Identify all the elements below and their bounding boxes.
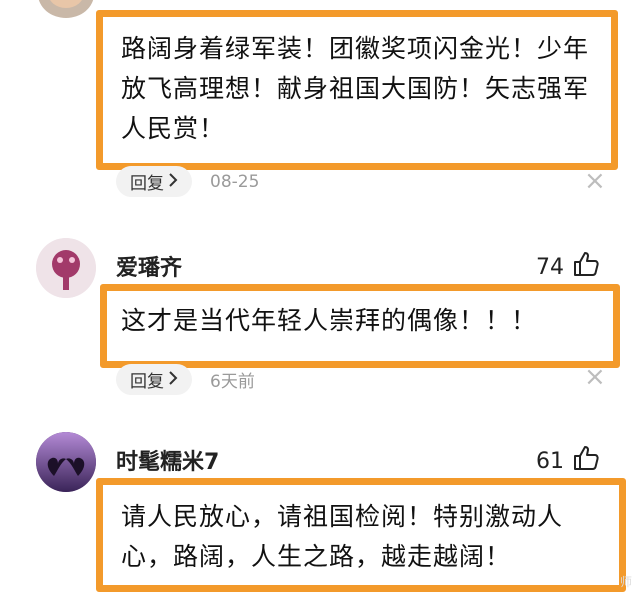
watermark: 师 — [619, 575, 632, 589]
chevron-right-icon — [168, 172, 178, 192]
avatar[interactable] — [38, 0, 94, 18]
comment-text-box: 请人民放心，请祖国检阅！特别激动人心，路阔，人生之路，越走越阔！ — [96, 478, 626, 592]
thumbs-up-icon — [572, 444, 600, 478]
comment-time: 08-25 — [210, 171, 260, 192]
comment-text: 请人民放心，请祖国检阅！特别激动人心，路阔，人生之路，越走越阔！ — [121, 502, 564, 571]
like-count: 61 — [536, 448, 564, 474]
username[interactable]: 时髦糯米7 — [116, 444, 219, 476]
reply-label: 回复 — [130, 174, 164, 194]
comment-meta: 回复 08-25 — [116, 166, 259, 197]
comment-text-box: 路阔身着绿军装！团徽奖项闪金光！少年放飞高理想！献身祖国大国防！矢志强军人民赏！ — [96, 10, 618, 170]
comment-time: 6天前 — [210, 372, 255, 392]
comment-text-box: 这才是当代年轻人崇拜的偶像！！！ — [100, 284, 620, 368]
reply-label: 回复 — [130, 372, 164, 392]
avatar[interactable] — [36, 432, 96, 492]
comment-text: 路阔身着绿军装！团徽奖项闪金光！少年放飞高理想！献身祖国大国防！矢志强军人民赏！ — [121, 34, 590, 143]
comment-meta: 回复 6天前 — [116, 364, 255, 395]
avatar[interactable] — [36, 238, 96, 298]
like-button[interactable]: 74 — [536, 250, 600, 284]
like-button[interactable]: 61 — [536, 444, 600, 478]
comment-text: 这才是当代年轻人崇拜的偶像！！！ — [121, 306, 538, 335]
like-count: 74 — [536, 254, 564, 280]
close-icon[interactable]: × — [584, 168, 606, 194]
close-icon[interactable]: × — [584, 364, 606, 390]
reply-button[interactable]: 回复 — [116, 364, 192, 395]
thumbs-up-icon — [572, 250, 600, 284]
chevron-right-icon — [168, 370, 178, 390]
reply-button[interactable]: 回复 — [116, 166, 192, 197]
username[interactable]: 爱璠齐 — [116, 250, 182, 282]
